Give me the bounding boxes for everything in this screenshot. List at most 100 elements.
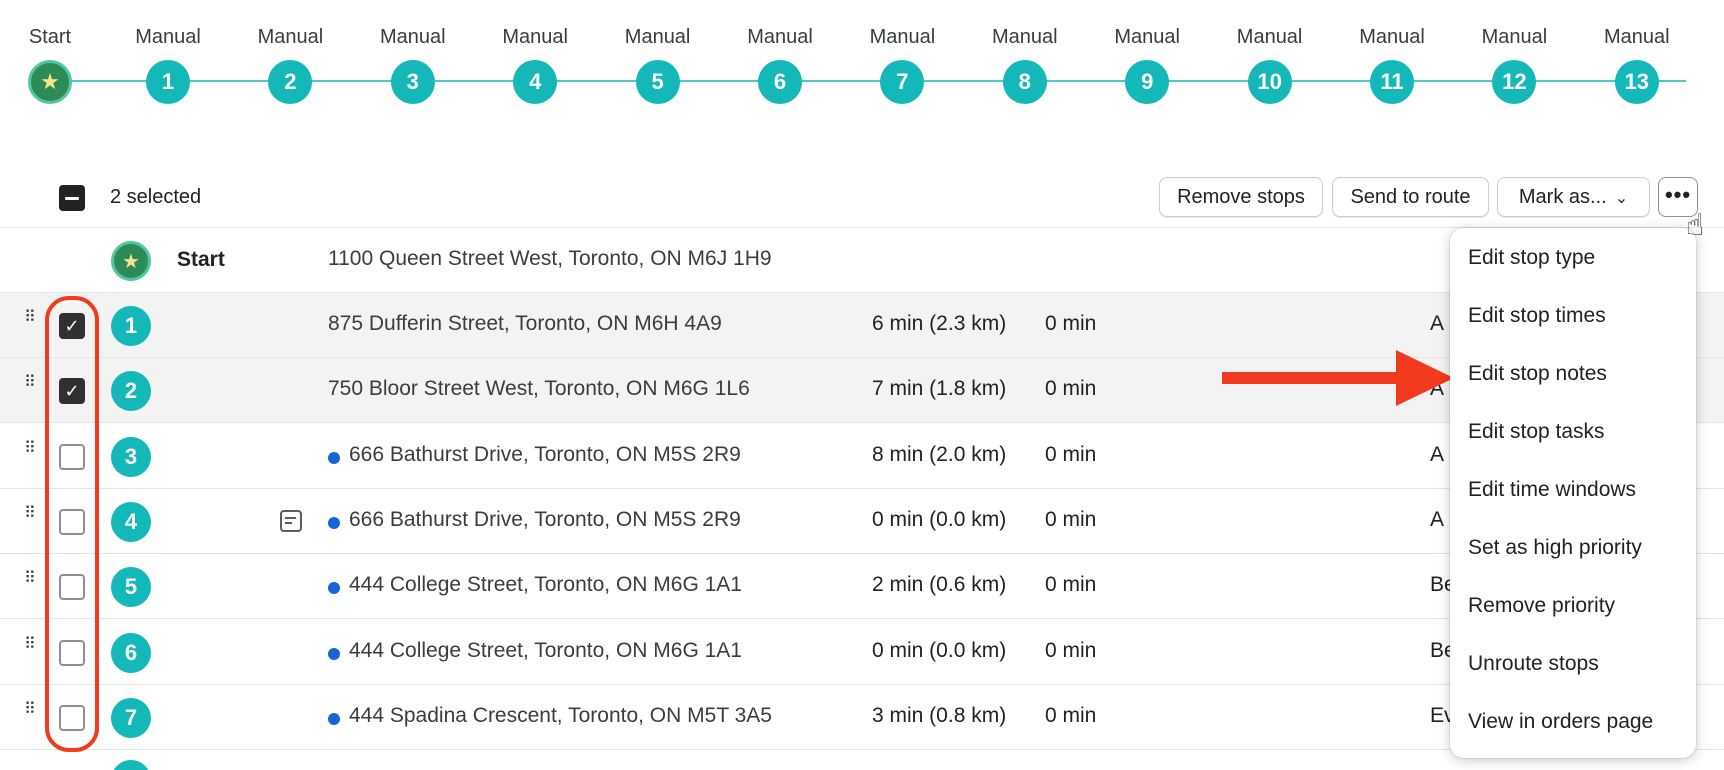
menu-item-edit-stop-times[interactable]: Edit stop times [1450, 292, 1696, 350]
timeline-node-number: 5 [635, 60, 680, 104]
timeline-node-number: 3 [390, 60, 435, 104]
travel-time: 7 min (1.8 km) [872, 377, 1007, 401]
stop-number-peek [111, 760, 151, 770]
start-star-icon: ★ [28, 60, 72, 104]
timeline-node-9[interactable]: Manual 9 [1092, 20, 1202, 104]
menu-item-edit-stop-type[interactable]: Edit stop type [1450, 234, 1696, 292]
status-dot [328, 516, 340, 529]
timeline-node-number: 7 [880, 60, 925, 104]
menu-item-remove-priority[interactable]: Remove priority [1450, 582, 1696, 640]
travel-time: 2 min (0.6 km) [872, 573, 1007, 597]
drag-handle-icon[interactable]: ⠿ [24, 440, 40, 456]
timeline-node-label: Manual [869, 26, 936, 48]
note-icon[interactable] [280, 509, 302, 532]
timeline-node-12[interactable]: Manual 12 [1459, 20, 1569, 104]
timeline-node-number: 8 [1002, 60, 1047, 104]
stop-address: 666 Bathurst Drive, Toronto, ON M5S 2R9 [349, 442, 741, 466]
start-address: 1100 Queen Street West, Toronto, ON M6J … [328, 247, 772, 270]
timeline-node-4[interactable]: Manual 4 [480, 20, 590, 104]
timeline-node-6[interactable]: Manual 6 [725, 20, 835, 104]
drag-handle-icon[interactable]: ⠿ [24, 701, 40, 717]
travel-time: 6 min (2.3 km) [872, 312, 1007, 335]
timeline-node-13[interactable]: Manual 13 [1582, 20, 1692, 104]
timeline-node-11[interactable]: Manual 11 [1337, 20, 1447, 104]
travel-time: 8 min (2.0 km) [872, 442, 1007, 466]
timeline-node-label: Manual [379, 26, 446, 48]
stop-number-badge: 5 [111, 567, 151, 608]
menu-item-edit-stop-tasks[interactable]: Edit stop tasks [1450, 408, 1696, 466]
timeline-node-number: 13 [1614, 60, 1659, 104]
checkbox-highlight-annotation [45, 296, 99, 752]
timeline-node-7[interactable]: Manual 7 [847, 20, 957, 104]
timeline-node-label: Manual [1481, 26, 1548, 48]
drag-handle-icon[interactable]: ⠿ [24, 571, 40, 587]
timeline-node-label: Manual [1603, 26, 1670, 48]
timeline-node-label: Manual [1114, 26, 1180, 48]
stop-number-badge: 2 [111, 371, 151, 412]
travel-time: 3 min (0.8 km) [872, 703, 1007, 727]
travel-time: 0 min (0.0 km) [872, 638, 1007, 662]
timeline-node-label: Manual [991, 26, 1058, 48]
timeline-node-3[interactable]: Manual 3 [358, 20, 468, 104]
start-star-badge-icon: ★ [111, 241, 151, 281]
travel-time: 0 min (0.0 km) [872, 507, 1007, 531]
timeline-node-label: Manual [135, 26, 201, 48]
service-time: 0 min [1045, 638, 1097, 662]
timeline-node-number: 9 [1125, 60, 1170, 104]
arrow-shaft-annotation [1222, 372, 1402, 384]
stop-address: 750 Bloor Street West, Toronto, ON M6G 1… [328, 377, 750, 401]
stop-number-badge: 4 [111, 501, 151, 542]
menu-item-unroute-stops[interactable]: Unroute stops [1450, 640, 1696, 698]
select-all-checkbox[interactable] [59, 185, 85, 211]
menu-item-set-as-high-priority[interactable]: Set as high priority [1450, 524, 1696, 582]
selection-toolbar: 2 selected Remove stops Send to route Ma… [0, 170, 1724, 228]
timeline-node-number: 1 [146, 60, 190, 104]
mark-as-label: Mark as... [1518, 186, 1607, 208]
menu-item-edit-stop-notes[interactable]: Edit stop notes [1450, 350, 1696, 408]
stop-address: 444 Spadina Crescent, Toronto, ON M5T 3A… [349, 703, 772, 727]
timeline-node-number: 2 [268, 60, 313, 104]
stop-number-badge: 3 [111, 436, 151, 477]
service-time: 0 min [1045, 703, 1097, 727]
timeline-start-label: Start [28, 26, 72, 48]
stop-address: 666 Bathurst Drive, Toronto, ON M5S 2R9 [349, 507, 741, 531]
service-time: 0 min [1045, 312, 1097, 335]
timeline-node-label: Manual [257, 26, 324, 48]
service-time: 0 min [1045, 573, 1097, 597]
timeline-node-number: 6 [758, 60, 802, 104]
timeline-start-node[interactable]: Start ★ [0, 20, 105, 104]
drag-handle-icon[interactable]: ⠿ [24, 375, 40, 391]
stop-address: 444 College Street, Toronto, ON M6G 1A1 [349, 638, 742, 662]
status-dot [328, 582, 340, 595]
hand-cursor-icon: ☝ [1686, 209, 1705, 242]
stop-number-badge: 1 [111, 306, 151, 346]
timeline-node-number: 12 [1492, 60, 1537, 104]
timeline-node-10[interactable]: Manual 10 [1215, 20, 1325, 104]
mark-as-dropdown[interactable]: Mark as... ⌄ [1497, 177, 1650, 217]
arrow-head-annotation [1396, 350, 1454, 406]
status-dot [328, 451, 340, 464]
menu-item-edit-time-windows[interactable]: Edit time windows [1450, 466, 1696, 524]
remove-stops-button[interactable]: Remove stops [1159, 177, 1323, 217]
timeline-node-number: 10 [1247, 60, 1292, 104]
timeline-node-2[interactable]: Manual 2 [235, 20, 345, 104]
chevron-down-icon: ⌄ [1614, 190, 1629, 207]
status-dot [328, 712, 340, 725]
route-timeline: Start ★ Manual 1 Manual 2 Manual 3 Manual 4 Manu… [0, 0, 1724, 120]
timeline-node-5[interactable]: Manual 5 [603, 20, 713, 104]
stop-address: 875 Dufferin Street, Toronto, ON M6H 4A9 [328, 312, 722, 335]
service-time: 0 min [1045, 507, 1097, 531]
timeline-node-1[interactable]: Manual 1 [113, 20, 223, 104]
drag-handle-icon[interactable]: ⠿ [24, 310, 40, 326]
timeline-node-label: Manual [1236, 26, 1303, 48]
drag-handle-icon[interactable]: ⠿ [24, 505, 40, 521]
stop-number-badge: 6 [111, 632, 151, 673]
timeline-node-label: Manual [747, 26, 813, 48]
timeline-node-8[interactable]: Manual 8 [970, 20, 1080, 104]
drag-handle-icon[interactable]: ⠿ [24, 636, 40, 652]
timeline-node-label: Manual [502, 26, 568, 48]
menu-item-view-in-orders-page[interactable]: View in orders page [1450, 698, 1696, 756]
send-to-route-button[interactable]: Send to route [1332, 177, 1489, 217]
timeline-node-label: Manual [1359, 26, 1425, 48]
service-time: 0 min [1045, 377, 1097, 401]
